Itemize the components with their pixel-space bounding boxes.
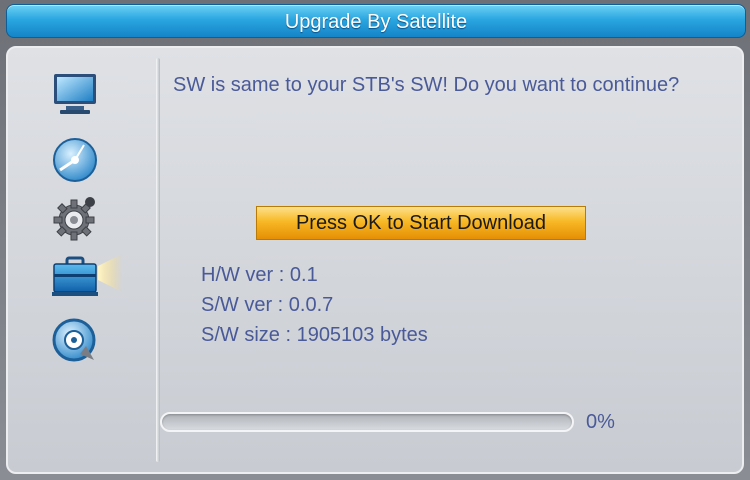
sidebar-item-tv[interactable] — [50, 70, 100, 118]
hw-version-label: H/W ver : 0.1 — [201, 264, 318, 286]
main-panel: SW is same to your STB's SW! Do you want… — [6, 46, 744, 474]
sidebar-item-satellite[interactable] — [50, 136, 100, 184]
sidebar-item-tools[interactable] — [50, 252, 122, 300]
upgrade-screen: Upgrade By Satellite SW is same to your … — [0, 0, 750, 480]
gear-icon — [53, 197, 95, 241]
upgrade-message: SW is same to your STB's SW! Do you want… — [173, 74, 680, 96]
page-title: Upgrade By Satellite — [284, 11, 468, 33]
media-player-icon — [52, 318, 96, 362]
sidebar-item-settings[interactable] — [50, 194, 100, 242]
download-progress-bar — [160, 412, 574, 432]
progress-percent: 0% — [586, 411, 615, 433]
satellite-dish-icon — [53, 138, 97, 182]
toolbox-icon — [52, 254, 122, 296]
sw-version-label: S/W ver : 0.0.7 — [201, 294, 334, 316]
tv-icon — [54, 74, 96, 114]
sidebar-divider — [156, 58, 160, 462]
start-download-button[interactable]: Press OK to Start Download — [256, 206, 586, 240]
sidebar-item-media[interactable] — [50, 316, 100, 364]
title-bar: Upgrade By Satellite — [6, 4, 746, 38]
sw-size-label: S/W size : 1905103 bytes — [201, 324, 428, 346]
